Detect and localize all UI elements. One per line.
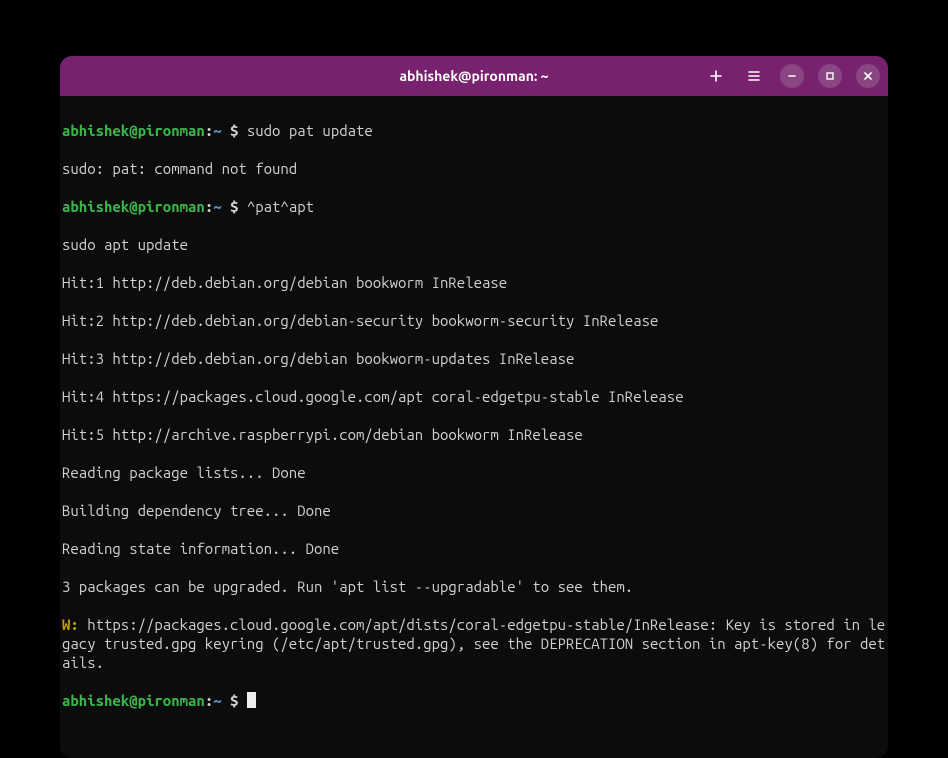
titlebar: abhishek@pironman: ~ [60, 56, 888, 96]
command-2: ^pat^apt [247, 198, 314, 215]
output-line: Hit:4 https://packages.cloud.google.com/… [62, 387, 886, 406]
output-line: Hit:5 http://archive.raspberrypi.com/deb… [62, 425, 886, 444]
minimize-button[interactable] [780, 64, 804, 88]
terminal-body[interactable]: abhishek@pironman:~ $ sudo pat update su… [60, 96, 888, 758]
command-1: sudo pat update [247, 122, 373, 139]
prompt-line-3: abhishek@pironman:~ $ [62, 691, 886, 710]
close-button[interactable] [856, 64, 880, 88]
prompt-colon: : [205, 122, 213, 139]
prompt-user: abhishek [62, 122, 129, 139]
prompt-at: @ [129, 122, 137, 139]
warning-text: https://packages.cloud.google.com/apt/di… [62, 616, 885, 671]
output-line: 3 packages can be upgraded. Run 'apt lis… [62, 577, 886, 596]
output-line: Hit:2 http://deb.debian.org/debian-secur… [62, 311, 886, 330]
prompt-line-2: abhishek@pironman:~ $ ^pat^apt [62, 197, 886, 216]
output-line: Reading package lists... Done [62, 463, 886, 482]
window-title: abhishek@pironman: ~ [399, 68, 548, 84]
prompt-dollar: $ [222, 122, 247, 139]
prompt-path: ~ [213, 122, 221, 139]
output-line: Reading state information... Done [62, 539, 886, 558]
terminal-window: abhishek@pironman: ~ abhishek@pironman:~… [60, 56, 888, 758]
prompt-line-1: abhishek@pironman:~ $ sudo pat update [62, 121, 886, 140]
menu-icon[interactable] [742, 64, 766, 88]
output-line: Hit:1 http://deb.debian.org/debian bookw… [62, 273, 886, 292]
window-controls [704, 56, 880, 96]
output-line: Hit:3 http://deb.debian.org/debian bookw… [62, 349, 886, 368]
new-tab-icon[interactable] [704, 64, 728, 88]
expanded-command: sudo apt update [62, 235, 886, 254]
cursor [247, 692, 256, 708]
warning-prefix: W: [62, 616, 87, 633]
output-line: Building dependency tree... Done [62, 501, 886, 520]
prompt-host: pironman [138, 122, 205, 139]
warning-line: W: https://packages.cloud.google.com/apt… [62, 615, 886, 672]
output-error: sudo: pat: command not found [62, 159, 886, 178]
maximize-button[interactable] [818, 64, 842, 88]
